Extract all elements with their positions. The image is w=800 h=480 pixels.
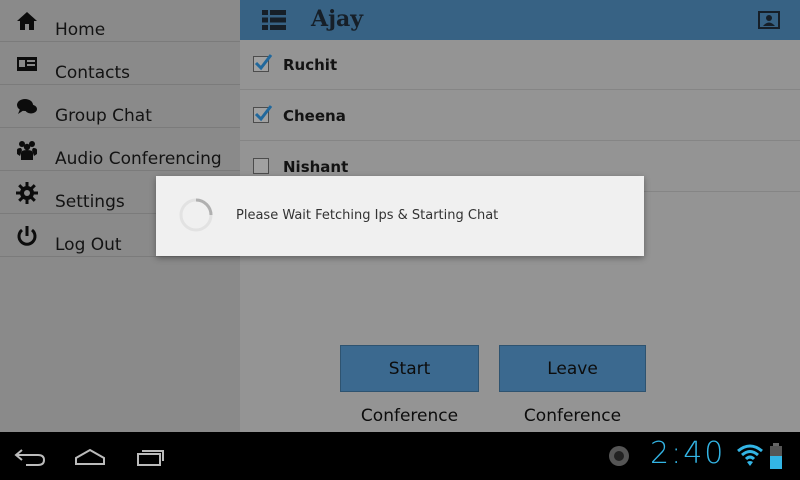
battery-icon: [770, 443, 782, 469]
app-window: Home Contacts Group Chat Audio Conferenc…: [0, 0, 800, 432]
loading-spinner-icon: [179, 198, 213, 232]
recent-apps-icon[interactable]: [136, 448, 166, 466]
status-clock: 2:40: [650, 436, 726, 471]
home-nav-icon[interactable]: [74, 448, 106, 466]
back-icon[interactable]: [14, 448, 46, 466]
dialog-message: Please Wait Fetching Ips & Starting Chat: [236, 208, 499, 223]
notification-icon[interactable]: [608, 445, 630, 467]
wifi-icon: [737, 444, 763, 466]
progress-dialog: Please Wait Fetching Ips & Starting Chat: [156, 176, 644, 256]
